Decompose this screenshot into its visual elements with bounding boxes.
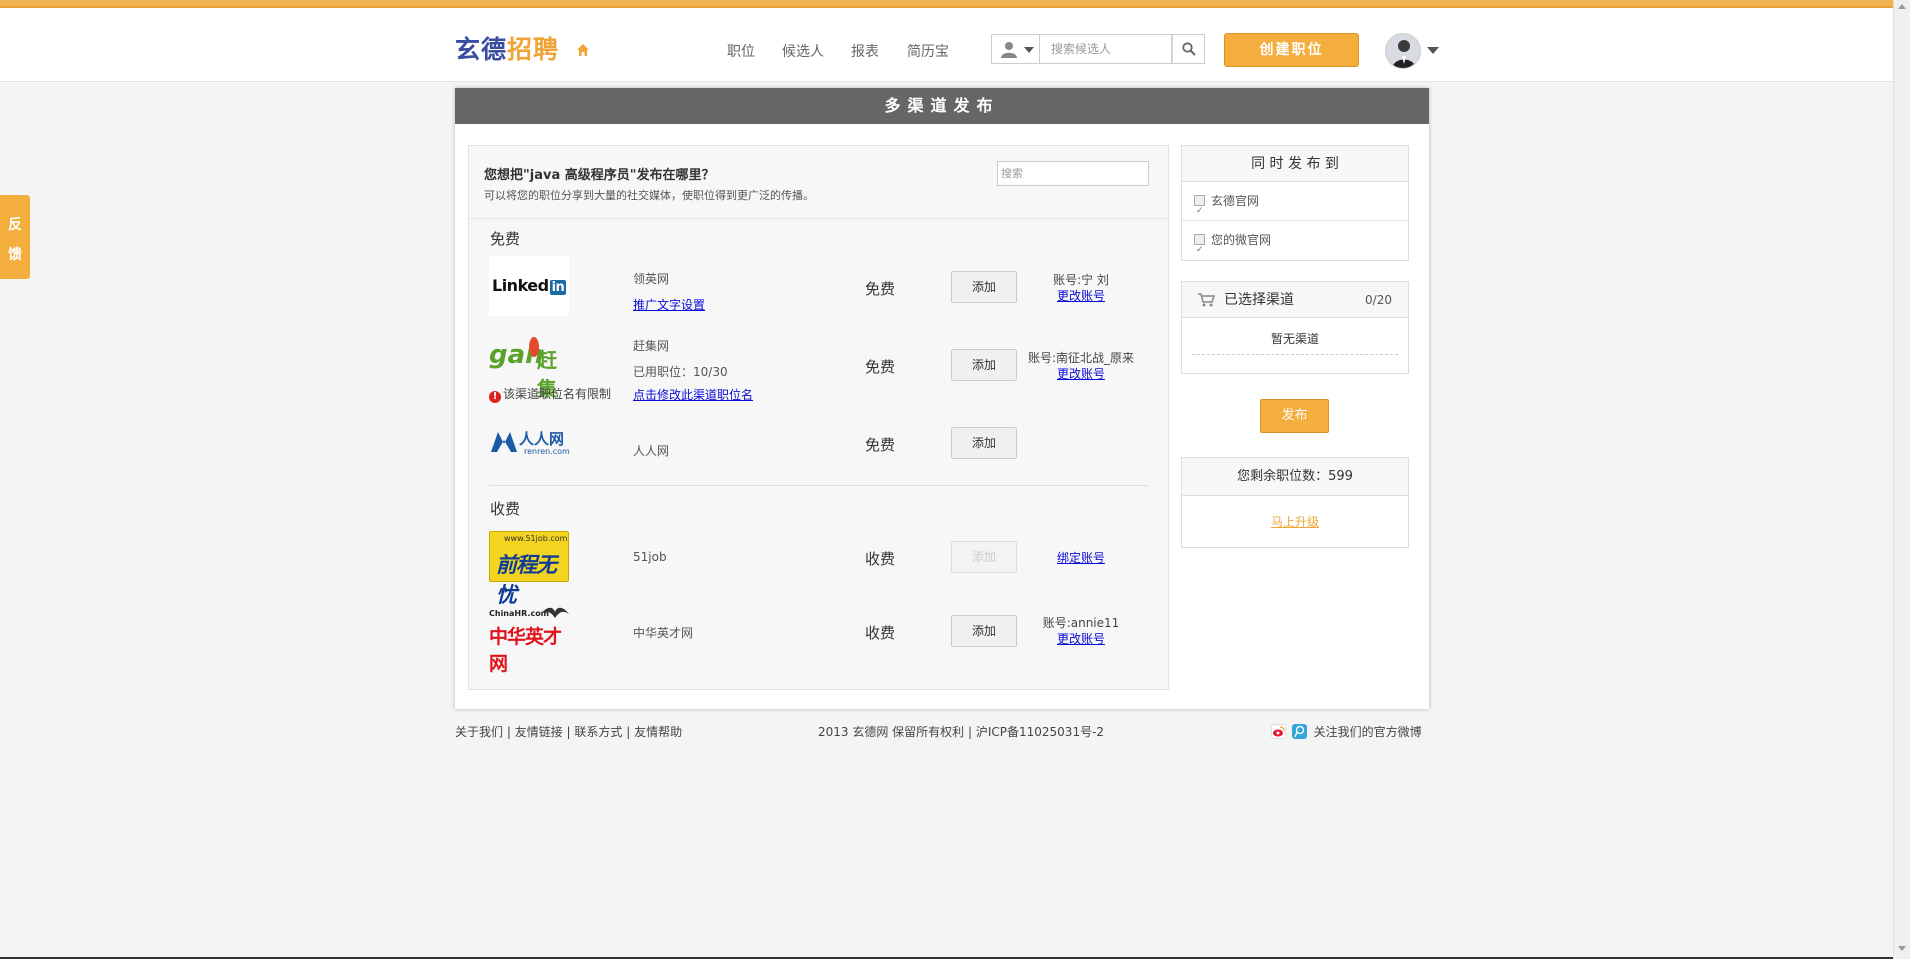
checkbox[interactable] xyxy=(1194,192,1205,231)
question-subtitle: 可以将您的职位分享到大量的社交媒体，使职位得到更广泛的传播。 xyxy=(484,189,814,202)
job51-name: 51job xyxy=(633,550,667,564)
feedback-tab[interactable]: 反 馈 xyxy=(0,195,30,279)
question-title: 您想把"java 高级程序员"发布在哪里？ xyxy=(484,168,715,183)
scroll-up-icon[interactable] xyxy=(1898,4,1906,9)
publish-button[interactable]: 发布 xyxy=(1260,399,1329,433)
ganji-price: 免费 xyxy=(865,358,896,376)
search-icon xyxy=(1182,42,1196,56)
ganji-warning: ! 该渠道职位名有限制 xyxy=(489,385,611,403)
weibo-icon[interactable] xyxy=(1271,724,1286,739)
renren-mark-icon xyxy=(491,432,517,452)
search-scope-dropdown[interactable] xyxy=(991,34,1040,64)
renren-name: 人人网 xyxy=(633,444,670,458)
header: 玄德招聘 职位 候选人 报表 简历宝 搜索候选人 创建职位 xyxy=(0,8,1893,82)
ganji-change-account-link[interactable]: 更改账号 xyxy=(1021,365,1141,382)
ganji-account: 账号:南征北战_原来 xyxy=(1027,351,1135,365)
linkedin-logo: Linked in xyxy=(489,256,569,316)
nav-positions[interactable]: 职位 xyxy=(727,41,755,61)
footer-follow: 关注我们的官方微博 xyxy=(1271,723,1422,740)
cart-icon xyxy=(1198,293,1215,307)
chinahr-account: 账号:annie11 xyxy=(1042,616,1120,630)
tencent-weibo-icon[interactable] xyxy=(1291,724,1307,739)
checkbox[interactable] xyxy=(1194,231,1205,270)
footer-copyright: 2013 玄德网 保留所有权利 | 沪ICP备11025031号-2 xyxy=(818,725,1105,739)
footer-friend-links[interactable]: 友情链接 xyxy=(515,725,563,739)
warning-icon: ! xyxy=(489,391,501,403)
selected-channels-box: 已选择渠道 0/20 暂无渠道 xyxy=(1181,281,1409,374)
footer-about-link[interactable]: 关于我们 xyxy=(455,725,503,739)
channel-list-box: 您想把"java 高级程序员"发布在哪里？ 可以将您的职位分享到大量的社交媒体，… xyxy=(468,145,1169,690)
selected-count: 0/20 xyxy=(1365,293,1392,307)
section-paid: 收费 xyxy=(490,500,521,518)
chevron-down-icon xyxy=(1024,47,1034,53)
renren-price: 免费 xyxy=(865,436,896,454)
also-publish-item-micro[interactable]: 您的微官网 xyxy=(1182,221,1408,270)
nav-resume-bank[interactable]: 简历宝 xyxy=(907,41,949,61)
job51-logo: www.51job.com 前程无忧 xyxy=(489,531,569,607)
multichannel-panel: 多渠道发布 您想把"java 高级程序员"发布在哪里？ 可以将您的职位分享到大量… xyxy=(455,88,1429,709)
linkedin-promo-settings-link[interactable]: 推广文字设置 xyxy=(633,296,705,313)
search-button[interactable] xyxy=(1172,34,1205,64)
footer-contact-link[interactable]: 联系方式 xyxy=(574,725,622,739)
avatar-chevron-down-icon[interactable] xyxy=(1427,47,1439,54)
linkedin-account: 账号:宁 刘 xyxy=(1053,273,1109,287)
ganji-used-positions: 已用职位：10/30 xyxy=(633,365,728,379)
ganji-edit-position-name-link[interactable]: 点击修改此渠道职位名 xyxy=(633,386,753,403)
person-icon xyxy=(1392,40,1416,68)
logo[interactable]: 玄德招聘 xyxy=(455,30,559,66)
selected-channels-head: 已选择渠道 0/20 xyxy=(1182,282,1408,318)
ganji-mascot-icon xyxy=(529,337,539,357)
linkedin-price: 免费 xyxy=(865,280,896,298)
vertical-scrollbar[interactable] xyxy=(1893,0,1910,959)
channel-search-input[interactable]: 搜索 xyxy=(997,161,1149,186)
home-icon[interactable] xyxy=(575,42,591,58)
remaining-positions: 您剩余职位数：599 xyxy=(1182,458,1408,496)
section-free: 免费 xyxy=(490,230,521,248)
footer-help-link[interactable]: 友情帮助 xyxy=(634,725,682,739)
also-publish-box: 同 时 发 布 到 玄德官网 您的微官网 xyxy=(1181,145,1409,270)
nav-candidates[interactable]: 候选人 xyxy=(782,41,824,61)
nav-reports[interactable]: 报表 xyxy=(851,41,879,61)
chinahr-logo: ChinaHR.com 中华英才网 xyxy=(489,604,569,675)
top-accent-bar xyxy=(0,0,1893,8)
linkedin-add-button[interactable]: 添加 xyxy=(951,271,1017,303)
also-publish-item-official[interactable]: 玄德官网 xyxy=(1182,182,1408,231)
chinahr-add-button[interactable]: 添加 xyxy=(951,615,1017,647)
divider xyxy=(489,485,1149,486)
job51-add-button[interactable]: 添加 xyxy=(951,541,1017,573)
scroll-down-icon[interactable] xyxy=(1898,946,1906,951)
chinahr-price: 收费 xyxy=(865,624,896,642)
linkedin-name: 领英网 xyxy=(633,272,670,286)
footer-links: 关于我们 | 友情链接 | 联系方式 | 友情帮助 xyxy=(455,725,683,739)
search-input[interactable]: 搜索候选人 xyxy=(1040,34,1172,64)
job51-price: 收费 xyxy=(865,550,896,568)
job51-bind-account-link[interactable]: 绑定账号 xyxy=(1021,549,1141,566)
user-icon xyxy=(1001,42,1017,58)
panel-title: 多渠道发布 xyxy=(455,88,1429,124)
eagle-icon xyxy=(541,607,569,618)
divider xyxy=(469,218,1168,219)
chinahr-change-account-link[interactable]: 更改账号 xyxy=(1021,630,1141,647)
chinahr-name: 中华英才网 xyxy=(633,626,694,640)
avatar[interactable] xyxy=(1385,33,1421,69)
renren-logo: 人人网 renren.com xyxy=(489,422,570,482)
create-position-button[interactable]: 创建职位 xyxy=(1224,33,1359,67)
selected-empty: 暂无渠道 xyxy=(1192,330,1398,355)
upgrade-link[interactable]: 马上升级 xyxy=(1182,496,1408,530)
linkedin-change-account-link[interactable]: 更改账号 xyxy=(1021,287,1141,304)
ganji-name: 赶集网 xyxy=(633,339,670,353)
renren-add-button[interactable]: 添加 xyxy=(951,427,1017,459)
ganji-add-button[interactable]: 添加 xyxy=(951,349,1017,381)
remaining-box: 您剩余职位数：599 马上升级 xyxy=(1181,457,1409,548)
also-publish-head: 同 时 发 布 到 xyxy=(1182,146,1408,182)
